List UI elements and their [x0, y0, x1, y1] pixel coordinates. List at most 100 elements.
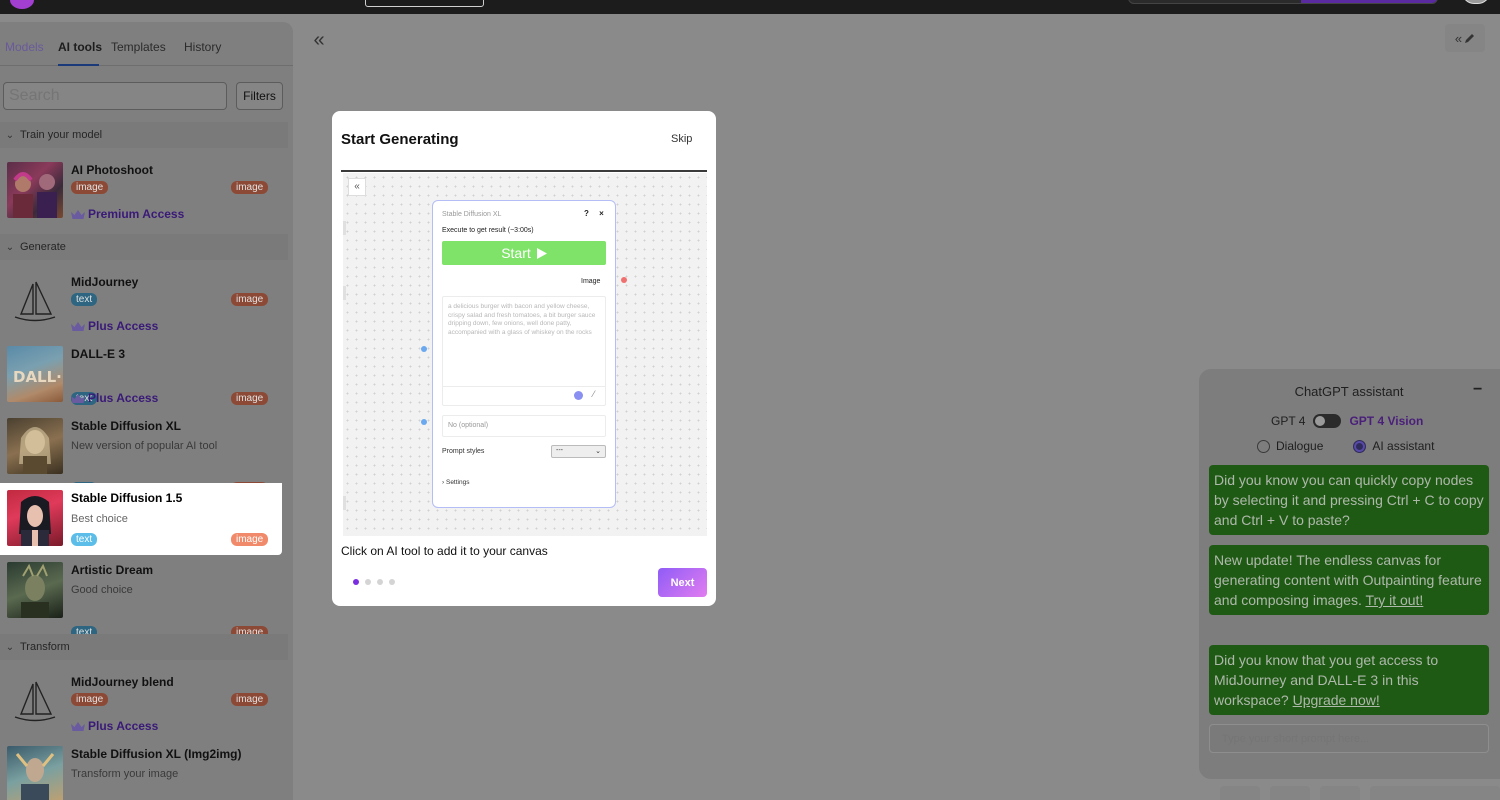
- prompt-styles-select: --- ⌄: [551, 445, 606, 458]
- section-train-your-model[interactable]: ⌄ Train your model: [0, 122, 288, 148]
- output-type-badge: image: [231, 181, 269, 194]
- tab-ai-tools[interactable]: AI tools: [58, 40, 102, 54]
- section-label: Generate: [20, 241, 66, 253]
- tool-stable-diffusion-1-5[interactable]: Stable Diffusion 1.5 Best choice text im…: [0, 483, 282, 555]
- tool-name: DALL-E 3: [71, 347, 125, 361]
- crown-icon: [71, 721, 85, 731]
- access-label: Plus Access: [88, 391, 159, 405]
- palette-icon: [574, 391, 583, 400]
- tool-thumbnail: [7, 490, 63, 546]
- magic-wand-icon: ⁄: [593, 389, 595, 399]
- sailboat-icon: [14, 681, 56, 722]
- prompt-textarea: a delicious burger with bacon and yellow…: [442, 296, 606, 406]
- chat-prompt-input[interactable]: [1209, 724, 1489, 753]
- output-type-badge: image: [231, 392, 269, 405]
- toolbar-button[interactable]: [1220, 786, 1260, 800]
- radio-ai-assistant[interactable]: [1353, 439, 1367, 453]
- section-generate[interactable]: ⌄ Generate: [0, 234, 288, 260]
- access-label: Plus Access: [88, 719, 159, 733]
- app-logo[interactable]: [10, 0, 34, 9]
- toggle-knob: [1315, 416, 1326, 426]
- input-type-badge: image: [71, 181, 109, 194]
- ai-tools-sidebar: Models AI tools Templates History Filter…: [0, 22, 293, 800]
- modal-caption: Click on AI tool to add it to your canva…: [341, 544, 548, 558]
- chat-title: ChatGPT assistant: [1294, 384, 1404, 399]
- chat-message: Did you know you can quickly copy nodes …: [1209, 465, 1489, 535]
- toolbar-button[interactable]: [1270, 786, 1310, 800]
- tool-stable-diffusion-xl[interactable]: Stable Diffusion XL New version of popul…: [0, 411, 282, 495]
- tool-description: Best choice: [71, 513, 128, 525]
- tool-name: MidJourney blend: [71, 675, 174, 689]
- tool-name: MidJourney: [71, 275, 139, 289]
- input-type-badge: image: [71, 693, 109, 706]
- tool-name: Artistic Dream: [71, 563, 154, 577]
- preview-tool-node: Stable Diffusion XL ? × Execute to get r…: [432, 200, 616, 508]
- next-button[interactable]: Next: [658, 568, 707, 597]
- toolbar-button[interactable]: [1320, 786, 1360, 800]
- upgrade-now-link[interactable]: Upgrade now!: [1293, 692, 1380, 708]
- start-label: Start: [501, 245, 531, 261]
- model-toggle[interactable]: [1313, 414, 1342, 428]
- section-label: Transform: [20, 641, 70, 653]
- image-output-label: Image: [581, 278, 601, 285]
- zoom-control[interactable]: [1370, 786, 1500, 800]
- tab-history[interactable]: History: [184, 40, 221, 54]
- double-chevron-left-icon[interactable]: «: [303, 24, 335, 56]
- mode-radio-row: Dialogue AI assistant: [1257, 439, 1434, 453]
- preview-edge-marker: [343, 221, 346, 235]
- radio-dialogue[interactable]: [1257, 439, 1270, 453]
- top-bar-search[interactable]: [1128, 0, 1438, 4]
- access-plus: Plus Access: [71, 319, 158, 333]
- input-type-badge: text: [71, 533, 98, 546]
- top-bar-button[interactable]: [365, 0, 484, 7]
- tutorial-preview: « Stable Diffusion XL ? × Execute to get…: [343, 173, 707, 536]
- play-icon: [536, 247, 547, 259]
- access-plus: Plus Access: [71, 719, 158, 733]
- chat-message: New update! The endless canvas for gener…: [1209, 545, 1489, 615]
- tool-thumbnail: [7, 274, 63, 330]
- chatgpt-assistant-panel: ChatGPT assistant − GPT 4 GPT 4 Vision D…: [1199, 369, 1500, 779]
- skip-button[interactable]: Skip: [671, 133, 692, 145]
- help-close-icons: ? ×: [584, 209, 608, 218]
- try-it-out-link[interactable]: Try it out!: [1366, 592, 1424, 608]
- tool-name: Stable Diffusion XL: [71, 419, 182, 433]
- filters-button[interactable]: Filters: [236, 82, 283, 110]
- input-port-dot: [421, 419, 427, 425]
- sailboat-icon: [14, 281, 56, 322]
- output-type-badge: image: [231, 533, 269, 546]
- tab-models[interactable]: Models: [5, 40, 44, 54]
- step-dot-3[interactable]: [377, 579, 383, 585]
- prompt-styles-label: Prompt styles: [442, 448, 485, 455]
- model-gpt4-label: GPT 4: [1271, 414, 1306, 428]
- svg-text:DALL·E: DALL·E: [13, 368, 63, 386]
- avatar[interactable]: [1462, 0, 1490, 4]
- tool-thumbnail: [7, 418, 63, 474]
- output-type-badge: image: [231, 693, 269, 706]
- tab-templates[interactable]: Templates: [111, 40, 166, 54]
- double-chevron-left-icon[interactable]: «: [1455, 31, 1462, 46]
- access-plus: Plus Access: [71, 391, 158, 405]
- section-transform[interactable]: ⌄ Transform: [0, 634, 288, 660]
- node-title: Stable Diffusion XL: [442, 211, 502, 218]
- chat-message: Did you know that you get access to MidJ…: [1209, 645, 1489, 715]
- upgrade-button[interactable]: [1301, 0, 1437, 3]
- settings-row: › Settings: [442, 479, 470, 486]
- chevron-down-icon: ⌄: [595, 448, 601, 455]
- dialogue-label: Dialogue: [1276, 439, 1324, 453]
- chevron-down-icon: ⌄: [5, 641, 15, 653]
- tool-name: Stable Diffusion 1.5: [71, 491, 183, 505]
- tool-thumbnail: [7, 674, 63, 730]
- step-indicator: [353, 579, 395, 585]
- tool-thumbnail: [7, 162, 63, 218]
- tool-description: Good choice: [71, 584, 133, 596]
- pencil-icon[interactable]: [1464, 33, 1475, 44]
- input-type-badge: text: [71, 293, 98, 306]
- step-dot-4[interactable]: [389, 579, 395, 585]
- search-input[interactable]: [3, 82, 227, 110]
- tool-stable-diffusion-xl-img2img[interactable]: Stable Diffusion XL (Img2img) Transform …: [0, 739, 282, 800]
- minimize-icon[interactable]: −: [1473, 381, 1482, 399]
- step-dot-1[interactable]: [353, 579, 359, 585]
- ai-assistant-label: AI assistant: [1372, 439, 1435, 453]
- tool-artistic-dream[interactable]: Artistic Dream Good choice text image: [0, 555, 282, 639]
- step-dot-2[interactable]: [365, 579, 371, 585]
